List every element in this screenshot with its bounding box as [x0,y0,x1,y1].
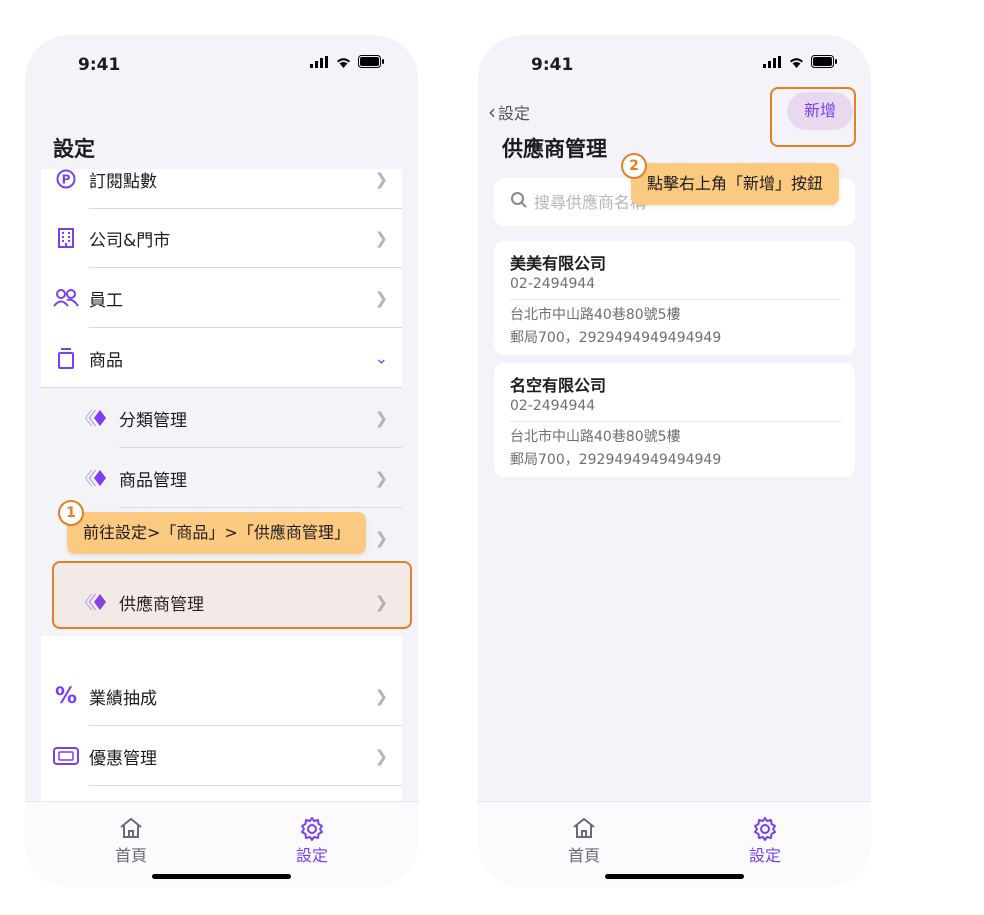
tab-settings[interactable]: 設定 [277,816,347,866]
chevron-right-icon: ❯ [374,468,388,488]
chevron-right-icon: ❯ [374,686,388,706]
settings-item-company[interactable]: 公司&門市 ❯ [41,208,402,268]
settings-item-commission[interactable]: % 業績抽成 ❯ [41,666,402,726]
home-icon [549,816,619,842]
gear-icon [277,816,347,842]
chevron-left-icon: ‹ [488,100,496,124]
ticket-icon [53,747,79,765]
chevron-right-icon: ❯ [374,528,388,548]
supplier-name: 名空有限公司 [510,376,607,395]
step-callout-text: 前往設定>「商品」>「供應商管理」 [83,523,350,542]
step-callout: 前往設定>「商品」>「供應商管理」 [67,512,366,554]
product-icon [53,347,79,369]
status-icons [763,55,838,68]
search-icon [510,191,528,213]
status-time: 9:41 [78,55,121,75]
diamond-icon [83,468,109,488]
chevron-right-icon: ❯ [374,288,388,308]
svg-text:P: P [62,173,71,187]
people-icon [53,288,79,308]
back-button[interactable]: ‹ 設定 [488,100,530,124]
signal-icon [763,55,781,68]
tab-settings-label: 設定 [748,846,781,865]
supplier-screen: 9:41 ‹ 設定 新增 供應商管理 點擊右上角「新增」按鈕 2 美美有限公司 … [478,35,871,887]
settings-item-label: 分類管理 [119,410,187,431]
chevron-down-icon: ⌄ [374,348,388,368]
settings-item-points[interactable]: P 訂閱點數 ❯ [41,169,402,209]
building-icon [53,228,79,248]
tab-home[interactable]: 首頁 [96,816,166,866]
supplier-phone: 02-2494944 [510,398,596,414]
divider [510,299,841,300]
battery-icon [358,55,384,68]
supplier-address: 台北市中山路40巷80號5樓 [510,429,681,445]
supplier-address: 台北市中山路40巷80號5樓 [510,307,681,323]
step-callout-text: 點擊右上角「新增」按鈕 [647,174,824,193]
settings-screen: 9:41 設定 P 訂閱點數 ❯ 公司&門市 ❯ 員工 ❯ 商品 ⌄ 分類管理 … [25,35,418,887]
tab-home-label: 首頁 [567,846,600,865]
settings-item-products[interactable]: 商品 ⌄ [41,328,402,388]
chevron-right-icon: ❯ [374,228,388,248]
battery-icon [811,55,837,68]
settings-item-label: 公司&門市 [89,230,171,251]
settings-item-label: 員工 [89,290,123,311]
diamond-icon [83,408,109,428]
home-indicator [152,874,291,879]
gear-icon [730,816,800,842]
percent-icon: % [54,683,78,709]
tab-settings[interactable]: 設定 [730,816,800,866]
chevron-right-icon: ❯ [374,169,388,189]
supplier-card[interactable]: 美美有限公司 02-2494944 台北市中山路40巷80號5樓 郵局700，2… [494,241,855,355]
back-label: 設定 [498,104,531,123]
step-badge: 1 [58,500,84,526]
signal-icon [310,55,328,68]
page-title: 供應商管理 [502,137,607,161]
step-callout: 點擊右上角「新增」按鈕 [631,163,840,205]
settings-item-label: 商品 [89,350,123,371]
supplier-card[interactable]: 名空有限公司 02-2494944 台北市中山路40巷80號5樓 郵局700，2… [494,363,855,477]
supplier-name: 美美有限公司 [510,254,607,273]
settings-item-label: 優惠管理 [89,748,157,769]
supplier-bank: 郵局700，2929494949494949 [510,330,722,346]
chevron-right-icon: ❯ [374,746,388,766]
settings-item-staff[interactable]: 員工 ❯ [41,268,402,328]
tab-home-label: 首頁 [114,846,147,865]
points-icon: P [53,169,79,189]
settings-subitem-product-manage[interactable]: 商品管理 ❯ [41,448,402,508]
chevron-right-icon: ❯ [374,408,388,428]
supplier-bank: 郵局700，2929494949494949 [510,452,722,468]
home-icon [96,816,166,842]
supplier-phone: 02-2494944 [510,276,596,292]
add-highlight [770,87,856,147]
wifi-icon [790,57,803,68]
settings-item-label: 商品管理 [119,470,187,491]
step-badge: 2 [621,153,647,179]
settings-subitem-category[interactable]: 分類管理 ❯ [41,388,402,448]
settings-item-label: 業績抽成 [89,688,157,709]
page-title: 設定 [53,137,95,161]
status-icons [310,55,385,68]
settings-list: P 訂閱點數 ❯ 公司&門市 ❯ 員工 ❯ 商品 ⌄ 分類管理 ❯ 商品管理 ❯… [41,169,402,829]
home-indicator [605,874,744,879]
tab-home[interactable]: 首頁 [549,816,619,866]
status-time: 9:41 [531,55,574,75]
settings-item-discount[interactable]: 優惠管理 ❯ [41,726,402,786]
supplier-highlight [52,561,412,629]
settings-item-label: 訂閱點數 [89,171,157,192]
wifi-icon [337,57,350,68]
divider [510,421,841,422]
tab-settings-label: 設定 [295,846,328,865]
